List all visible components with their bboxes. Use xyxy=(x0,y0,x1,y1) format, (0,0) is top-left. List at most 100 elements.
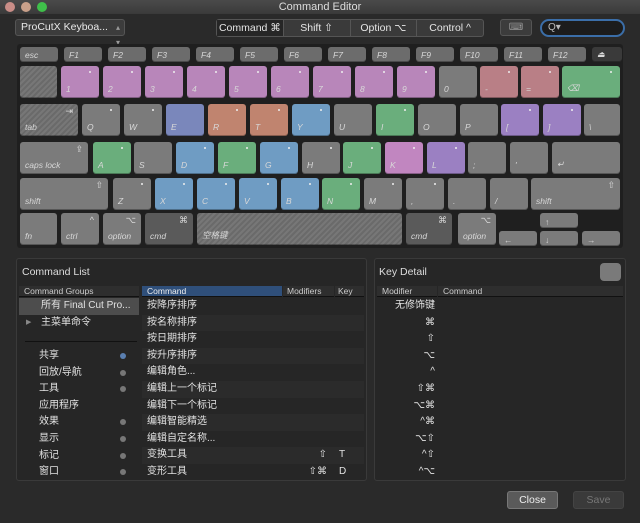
key-tab[interactable]: tab ⇥ xyxy=(20,104,78,136)
category-item[interactable]: 效果 xyxy=(19,414,139,431)
key-/[interactable]: / xyxy=(490,178,528,210)
key-Y[interactable]: Y xyxy=(292,104,330,136)
key-⌫[interactable]: ⌫ xyxy=(562,66,620,98)
key-8[interactable]: 8 xyxy=(355,66,393,98)
key-detail-row[interactable]: ⌥⇧ xyxy=(377,431,623,448)
key-K[interactable]: K xyxy=(385,142,423,174)
key-Z[interactable]: Z xyxy=(113,178,151,210)
key-detail-row[interactable]: ^ xyxy=(377,364,623,381)
modifier-shift[interactable]: Shift ⇧ xyxy=(284,20,351,36)
key-6[interactable]: 6 xyxy=(271,66,309,98)
key-f9[interactable]: F9 xyxy=(416,47,454,62)
key-↵[interactable]: ↵ xyxy=(552,142,620,174)
key-A[interactable]: A xyxy=(93,142,131,174)
key-detail-row[interactable]: 无修饰键 xyxy=(377,298,623,315)
command-row[interactable]: 按日期排序 xyxy=(142,331,364,348)
key-9[interactable]: 9 xyxy=(397,66,435,98)
command-group-item[interactable]: ▶ 主菜单命令 xyxy=(19,315,139,332)
command-column-header[interactable]: Command xyxy=(142,286,282,297)
key-1[interactable]: 1 xyxy=(61,66,99,98)
command-row[interactable]: 编辑自定名称... xyxy=(142,431,364,448)
command-row[interactable]: 按降序排序 xyxy=(142,298,364,315)
key-detail-row[interactable]: ⌘ xyxy=(377,315,623,332)
key-3[interactable]: 3 xyxy=(145,66,183,98)
modifier-option[interactable]: Option ⌥ xyxy=(351,20,418,36)
key-[[interactable]: [ xyxy=(501,104,539,136)
key-f3[interactable]: F3 xyxy=(152,47,190,62)
key-N[interactable]: N xyxy=(322,178,360,210)
disclosure-triangle-icon[interactable]: ▶ xyxy=(26,315,31,332)
minimize-window-button[interactable] xyxy=(21,2,31,12)
key-,[interactable]: , xyxy=(406,178,444,210)
command-row[interactable]: 变形工具 ⇧⌘ D xyxy=(142,464,364,481)
modifier-segmented-control[interactable]: Command ⌘ Shift ⇧ Option ⌥ Control ^ xyxy=(216,19,484,37)
key-f6[interactable]: F6 xyxy=(284,47,322,62)
key-C[interactable]: C xyxy=(197,178,235,210)
key-7[interactable]: 7 xyxy=(313,66,351,98)
key-U[interactable]: U xyxy=(334,104,372,136)
key-shift[interactable]: shift ⇧ xyxy=(20,178,108,210)
key-column-header[interactable]: Key xyxy=(335,286,364,297)
key-0[interactable]: 0 xyxy=(439,66,477,98)
command-row[interactable]: 编辑角色... xyxy=(142,364,364,381)
zoom-window-button[interactable] xyxy=(37,2,47,12)
key-S[interactable]: S xyxy=(134,142,172,174)
save-button[interactable]: Save xyxy=(573,491,624,509)
key-4[interactable]: 4 xyxy=(187,66,225,98)
category-item[interactable]: 标记 xyxy=(19,448,139,465)
key-f11[interactable]: F11 xyxy=(504,47,542,62)
category-item[interactable]: 回放/导航 xyxy=(19,365,139,382)
key-f7[interactable]: F7 xyxy=(328,47,366,62)
key-←[interactable]: ← xyxy=(499,231,537,246)
key-cmd[interactable]: cmd ⌘ xyxy=(145,213,193,245)
key-cmd[interactable]: cmd ⌘ xyxy=(406,213,452,245)
modifiers-column-header[interactable]: Modifiers xyxy=(283,286,334,297)
key-R[interactable]: R xyxy=(208,104,246,136)
key-shift[interactable]: shift ⇧ xyxy=(531,178,620,210)
key-detail-row[interactable]: ^⇧ xyxy=(377,447,623,464)
key-H[interactable]: H xyxy=(302,142,340,174)
close-window-button[interactable] xyxy=(5,2,15,12)
key-f12[interactable]: F12 xyxy=(548,47,586,62)
key-↑[interactable]: ↑ xyxy=(540,213,578,228)
key-I[interactable]: I xyxy=(376,104,414,136)
command-row[interactable]: 按名称排序 xyxy=(142,314,364,332)
key-backtick[interactable] xyxy=(20,66,57,98)
key-G[interactable]: G xyxy=(260,142,298,174)
key-f8[interactable]: F8 xyxy=(372,47,410,62)
key-E[interactable]: E xyxy=(166,104,204,136)
key-L[interactable]: L xyxy=(427,142,465,174)
key-detail-row[interactable]: ^⌘ xyxy=(377,414,623,431)
key-2[interactable]: 2 xyxy=(103,66,141,98)
key-M[interactable]: M xyxy=(364,178,402,210)
key-空格键[interactable]: 空格键 xyxy=(197,213,402,245)
key-esc[interactable]: esc xyxy=(20,47,58,62)
key-caps lock[interactable]: caps lock ⇪ xyxy=(20,142,88,174)
modifier-control[interactable]: Control ^ xyxy=(417,20,483,36)
key-X[interactable]: X xyxy=(155,178,193,210)
key-5[interactable]: 5 xyxy=(229,66,267,98)
key-.[interactable]: . xyxy=(448,178,486,210)
command-row[interactable]: 编辑智能精选 xyxy=(142,414,364,431)
close-button[interactable]: Close xyxy=(507,491,558,509)
key-detail-row[interactable]: ⇧⌘ xyxy=(377,381,623,398)
keyboard-highlight-button[interactable]: ⌨ xyxy=(500,19,532,36)
key-→[interactable]: → xyxy=(582,231,620,246)
command-row[interactable]: 变换工具 ⇧ T xyxy=(142,447,364,464)
key-f10[interactable]: F10 xyxy=(460,47,498,62)
command-row[interactable]: 编辑下一个标记 xyxy=(142,398,364,415)
command-group-item[interactable]: 所有 Final Cut Pro... xyxy=(19,298,139,315)
key-option[interactable]: option ⌥ xyxy=(458,213,496,245)
key-detail-row[interactable]: ⌥⌘ xyxy=(377,398,623,415)
key--[interactable]: - xyxy=(480,66,518,98)
key-↓[interactable]: ↓ xyxy=(540,231,578,246)
key-D[interactable]: D xyxy=(176,142,214,174)
key-J[interactable]: J xyxy=(343,142,381,174)
key-;[interactable]: ; xyxy=(468,142,506,174)
key-V[interactable]: V xyxy=(239,178,277,210)
key-'[interactable]: ' xyxy=(510,142,548,174)
command-row[interactable]: 按升序排序 xyxy=(142,347,364,365)
key-f1[interactable]: F1 xyxy=(64,47,102,62)
category-item[interactable]: 应用程序 xyxy=(19,398,139,415)
command-row[interactable]: 编辑上一个标记 xyxy=(142,381,364,398)
